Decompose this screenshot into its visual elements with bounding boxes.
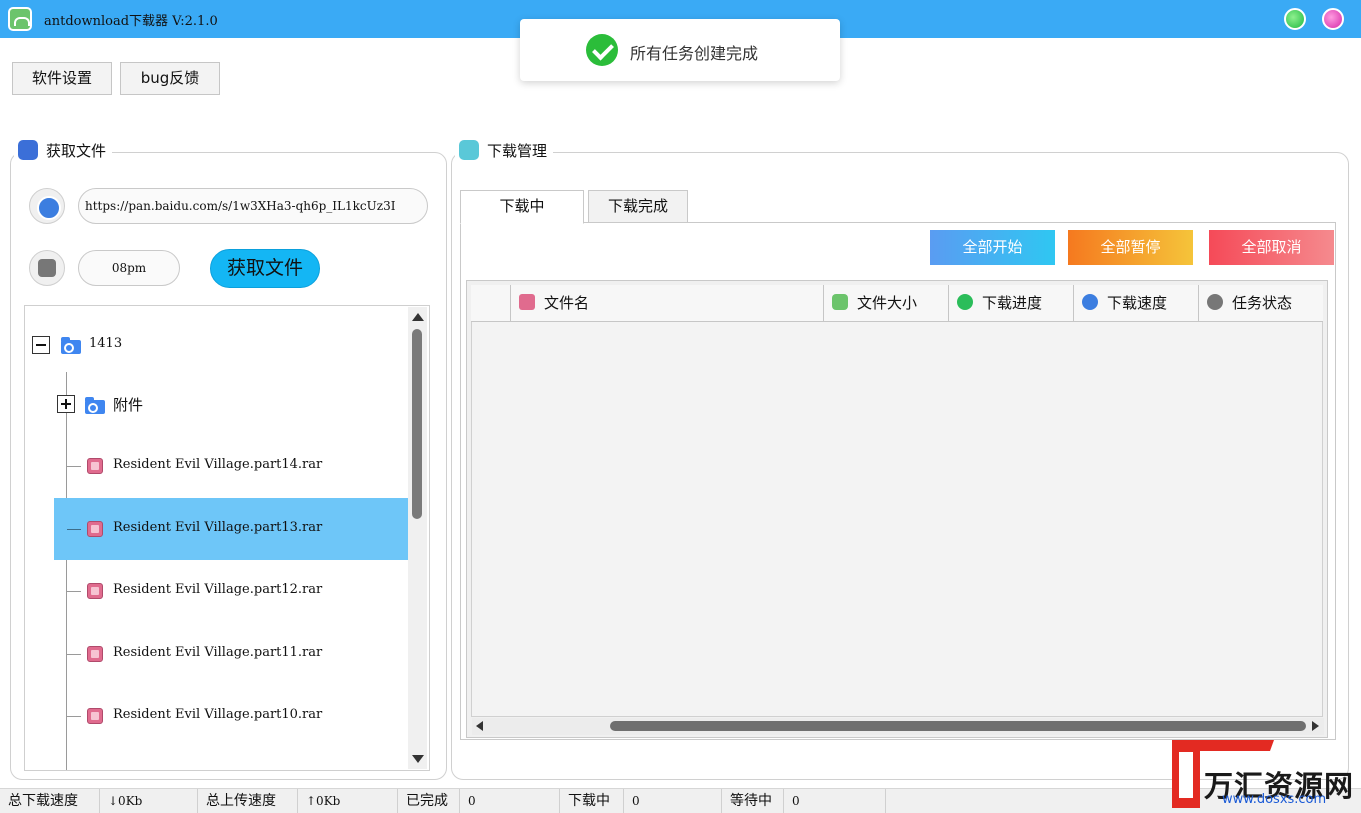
- tree-connector: [67, 529, 81, 530]
- settings-button[interactable]: 软件设置: [12, 62, 112, 95]
- file-icon: [519, 293, 535, 310]
- search-icon: [18, 139, 38, 160]
- archive-file-icon: [87, 708, 103, 724]
- downloading-value: 0: [624, 789, 722, 813]
- tree-node-label: Resident Evil Village.part13.rar: [113, 520, 323, 535]
- minimize-button[interactable]: [1284, 8, 1306, 30]
- tree-node-folder[interactable]: 附件: [25, 372, 409, 434]
- archive-file-icon: [87, 583, 103, 599]
- download-manager-title-text: 下载管理: [487, 142, 548, 160]
- archive-file-icon: [87, 458, 103, 474]
- scroll-thumb[interactable]: [610, 721, 1306, 731]
- column-header-label: 下载进度: [982, 294, 1043, 312]
- check-circle-icon: [586, 34, 618, 66]
- fetch-files-button[interactable]: 获取文件: [210, 249, 320, 288]
- folder-icon: [61, 337, 81, 354]
- completed-value: 0: [460, 789, 560, 813]
- column-header-label: 下载速度: [1107, 294, 1168, 312]
- folder-icon: [85, 397, 105, 414]
- scroll-up-icon[interactable]: [412, 313, 424, 321]
- download-speed-value: ↓0Kb: [100, 789, 198, 813]
- tree-vertical-scrollbar[interactable]: [408, 307, 427, 769]
- scroll-left-icon[interactable]: [476, 721, 483, 731]
- waiting-value: 0: [784, 789, 886, 813]
- size-icon: [832, 293, 848, 310]
- globe-icon: [1082, 293, 1098, 310]
- check-icon: [957, 293, 973, 310]
- clipboard-icon: [459, 139, 479, 160]
- file-tree[interactable]: 1413 附件 Resident Evil Village.part14.rar…: [24, 305, 430, 771]
- start-all-button[interactable]: 全部开始: [930, 230, 1055, 265]
- tree-node-root[interactable]: 1413: [25, 310, 409, 372]
- column-header-label: 任务状态: [1232, 294, 1293, 312]
- close-button[interactable]: [1322, 8, 1344, 30]
- download-table-body[interactable]: [471, 285, 1323, 717]
- column-header-label: 文件名: [544, 294, 590, 312]
- tree-connector: [67, 654, 81, 655]
- column-header-status[interactable]: 任务状态: [1199, 285, 1323, 322]
- tree-node-file[interactable]: Resident Evil Village.part12.rar: [25, 560, 409, 622]
- tree-node-file-selected[interactable]: Resident Evil Village.part13.rar: [54, 498, 409, 560]
- tree-node-label: Resident Evil Village.part14.rar: [113, 457, 323, 472]
- bug-feedback-button[interactable]: bug反馈: [120, 62, 220, 95]
- tree-connector: [67, 466, 81, 467]
- download-speed-label: 总下载速度: [0, 789, 100, 813]
- column-header-size[interactable]: 文件大小: [824, 285, 949, 322]
- tree-connector: [67, 716, 81, 717]
- completed-label: 已完成: [398, 789, 460, 813]
- scroll-right-icon[interactable]: [1312, 721, 1319, 731]
- cancel-all-button[interactable]: 全部取消: [1209, 230, 1334, 265]
- tab-downloading[interactable]: 下载中: [460, 190, 584, 224]
- column-header-progress[interactable]: 下载进度: [949, 285, 1074, 322]
- waiting-label: 等待中: [722, 789, 784, 813]
- tree-connector: [67, 591, 81, 592]
- app-logo-icon: [8, 7, 32, 31]
- column-header-speed[interactable]: 下载速度: [1074, 285, 1199, 322]
- watermark: 万汇资源网 www.dosxs.com: [1172, 738, 1361, 813]
- watermark-logo-icon: [1172, 740, 1200, 808]
- fetch-files-title-text: 获取文件: [46, 142, 107, 160]
- column-header-select[interactable]: [471, 285, 511, 322]
- tree-node-file[interactable]: Resident Evil Village.part14.rar: [25, 435, 409, 497]
- pause-all-button[interactable]: 全部暂停: [1068, 230, 1193, 265]
- tree-node-label: Resident Evil Village.part10.rar: [113, 707, 323, 722]
- tree-node-label: 附件: [113, 396, 144, 414]
- upload-speed-label: 总上传速度: [198, 789, 298, 813]
- status-bar: 总下载速度 ↓0Kb 总上传速度 ↑0Kb 已完成 0 下载中 0 等待中 0: [0, 788, 1361, 813]
- tab-completed[interactable]: 下载完成: [588, 190, 688, 223]
- share-url-input[interactable]: https://pan.baidu.com/s/1w3XHa3-qh6p_IL1…: [78, 188, 428, 224]
- toast-message: 所有任务创建完成: [630, 44, 759, 63]
- tree-node-label: 1413: [89, 336, 123, 351]
- column-header-filename[interactable]: 文件名: [511, 285, 824, 322]
- column-header-label: 文件大小: [857, 294, 918, 312]
- upload-speed-value: ↑0Kb: [298, 789, 398, 813]
- collapse-icon[interactable]: [32, 336, 50, 354]
- download-manager-group-title: 下载管理: [455, 139, 554, 163]
- archive-file-icon: [87, 646, 103, 662]
- downloading-label: 下载中: [560, 789, 624, 813]
- tree-node-label: Resident Evil Village.part12.rar: [113, 582, 323, 597]
- tree-node-file[interactable]: Resident Evil Village.part10.rar: [25, 685, 409, 747]
- tree-node-label: Resident Evil Village.part11.rar: [113, 645, 323, 660]
- watermark-logo-bar: [1193, 740, 1275, 751]
- archive-file-icon: [87, 521, 103, 537]
- expand-icon[interactable]: [57, 395, 75, 413]
- lock-icon: [1207, 293, 1223, 310]
- lock-icon: [29, 250, 65, 286]
- scroll-thumb[interactable]: [412, 329, 422, 519]
- window-title: antdownload下载器 V:2.1.0: [44, 14, 218, 29]
- success-toast: 所有任务创建完成: [520, 19, 840, 81]
- watermark-url: www.dosxs.com: [1222, 792, 1327, 807]
- tree-node-file[interactable]: Resident Evil Village.part11.rar: [25, 623, 409, 685]
- fetch-files-group-title: 获取文件: [14, 139, 113, 163]
- table-horizontal-scrollbar[interactable]: [472, 718, 1324, 735]
- download-table-header: 文件名 文件大小 下载进度 下载速度 任务状态: [471, 285, 1323, 322]
- extract-code-input[interactable]: 08pm: [78, 250, 180, 286]
- globe-icon: [29, 188, 65, 224]
- scroll-down-icon[interactable]: [412, 755, 424, 763]
